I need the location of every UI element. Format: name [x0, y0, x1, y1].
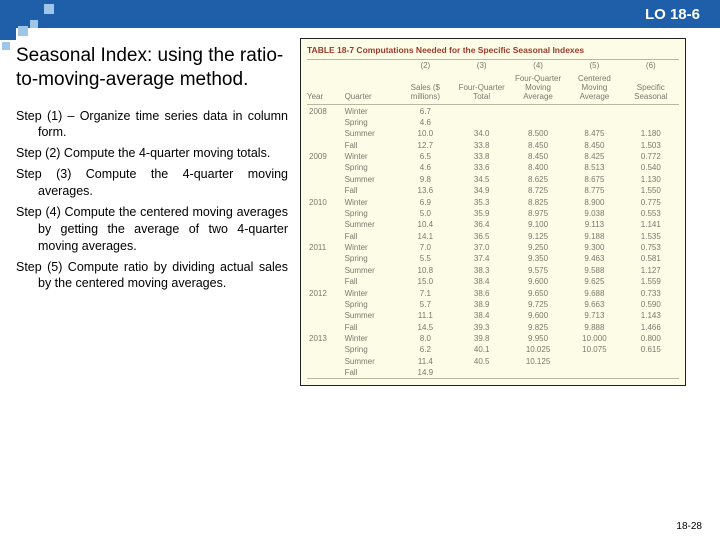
table-row: Summer10.838.39.5759.5881.127 — [307, 265, 679, 276]
slide-number: 18-28 — [676, 521, 702, 532]
col-head: (4) — [510, 60, 566, 74]
col-head: Quarter — [345, 73, 398, 105]
col-head: (2) — [397, 60, 453, 74]
table-row: Spring5.537.49.3509.4630.581 — [307, 253, 679, 264]
col-head: (5) — [566, 60, 622, 74]
col-head: Four-Quarter Moving Average — [510, 73, 566, 105]
step-item: Step (3) Compute the 4-quarter moving av… — [16, 166, 288, 200]
table-row: 2010Winter6.935.38.8258.9000.775 — [307, 196, 679, 207]
col-head: Centered Moving Average — [566, 73, 622, 105]
table-row: 2012Winter7.138.69.6509.6880.733 — [307, 287, 679, 298]
table-row: 2009Winter6.533.88.4508.4250.772 — [307, 151, 679, 162]
steps-list: Step (1) – Organize time series data in … — [16, 108, 288, 293]
table-row: Spring5.035.98.9759.0380.553 — [307, 208, 679, 219]
step-item: Step (2) Compute the 4-quarter moving to… — [16, 145, 288, 162]
logo-decoration — [0, 0, 100, 56]
col-head: Four-Quarter Total — [454, 73, 510, 105]
header-label: LO 18-6 — [645, 6, 700, 23]
table-row: Spring5.738.99.7259.6630.590 — [307, 299, 679, 310]
col-head: Year — [307, 73, 345, 105]
col-head: Sales ($ millions) — [397, 73, 453, 105]
table-body: 2008Winter6.7Spring4.6Summer10.034.08.50… — [307, 105, 679, 379]
table-title: TABLE 18-7 Computations Needed for the S… — [307, 45, 679, 55]
step-item: Step (4) Compute the centered moving ave… — [16, 204, 288, 255]
col-head: (3) — [454, 60, 510, 74]
table-row: Summer11.138.49.6009.7131.143 — [307, 310, 679, 321]
table-row: 2011Winter7.037.09.2509.3000.753 — [307, 242, 679, 253]
table-row: Spring4.633.68.4008.5130.540 — [307, 162, 679, 173]
step-item: Step (1) – Organize time series data in … — [16, 108, 288, 142]
table-row: Fall12.733.88.4508.4501.503 — [307, 140, 679, 151]
step-item: Step (5) Compute ratio by dividing actua… — [16, 259, 288, 293]
table-row: Summer9.834.58.6258.6751.130 — [307, 174, 679, 185]
table-row: Fall14.9 — [307, 367, 679, 379]
table-row: Fall14.136.59.1259.1881.535 — [307, 231, 679, 242]
header-bar: LO 18-6 — [0, 0, 720, 28]
table-row: Spring6.240.110.02510.0750.615 — [307, 344, 679, 355]
table-row: Fall13.634.98.7258.7751.550 — [307, 185, 679, 196]
table-row: Fall14.539.39.8259.8881.466 — [307, 322, 679, 333]
table-row: Summer11.440.510.125 — [307, 356, 679, 367]
col-head: Specific Seasonal — [623, 73, 679, 105]
table-row: 2008Winter6.7 — [307, 105, 679, 117]
col-head: (6) — [623, 60, 679, 74]
computation-table: (2) (3) (4) (5) (6) Year Quarter Sales (… — [307, 59, 679, 379]
table-row: Summer10.436.49.1009.1131.141 — [307, 219, 679, 230]
table-row: 2013Winter8.039.89.95010.0000.800 — [307, 333, 679, 344]
table-panel: TABLE 18-7 Computations Needed for the S… — [300, 38, 686, 386]
table-row: Spring4.6 — [307, 117, 679, 128]
left-panel: Seasonal Index: using the ratio-to-movin… — [16, 38, 288, 386]
table-row: Summer10.034.08.5008.4751.180 — [307, 128, 679, 139]
table-row: Fall15.038.49.6009.6251.559 — [307, 276, 679, 287]
